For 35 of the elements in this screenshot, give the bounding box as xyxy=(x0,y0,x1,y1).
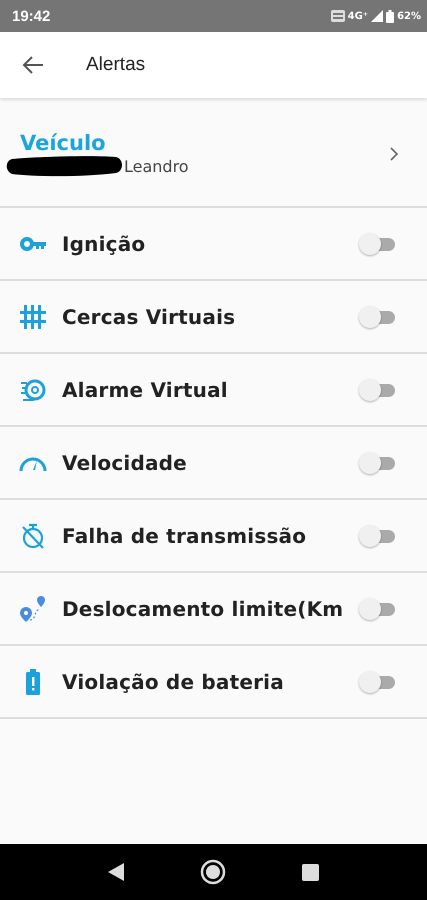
battery-level: 62% xyxy=(397,10,421,22)
alert-label: Alarme Virtual xyxy=(62,378,229,402)
alert-toggle[interactable] xyxy=(359,670,395,692)
volte-icon xyxy=(330,10,345,22)
alert-label: Falha de transmissão xyxy=(62,524,308,548)
back-arrow-icon xyxy=(22,56,44,74)
recents-nav-icon[interactable] xyxy=(302,864,319,880)
chevron-right-icon xyxy=(390,147,399,161)
alert-label: Ignição xyxy=(62,232,146,256)
battery-alert-icon xyxy=(26,668,40,694)
vehicle-name: Leandro xyxy=(124,156,189,176)
alert-toggle[interactable] xyxy=(359,232,395,254)
status-time: 19:42 xyxy=(12,8,50,24)
vehicle-heading: Veículo xyxy=(20,131,107,155)
alert-label: Velocidade xyxy=(62,450,188,474)
alert-toggle[interactable] xyxy=(359,524,395,546)
alert-toggle[interactable] xyxy=(359,306,395,328)
battery-icon xyxy=(386,10,394,22)
route-pin-icon xyxy=(19,594,47,622)
alert-label: Cercas Virtuais xyxy=(62,304,236,328)
wheel-icon xyxy=(20,376,46,402)
alert-toggle[interactable] xyxy=(359,598,395,620)
signal-icon xyxy=(371,10,384,22)
key-icon xyxy=(20,236,46,250)
timer-off-icon xyxy=(21,522,45,548)
alert-label: Deslocamento limite(Km xyxy=(62,596,344,620)
network-type: 4G⁺ xyxy=(348,10,368,22)
vehicle-selector[interactable]: Veículo Leandro xyxy=(0,102,427,208)
home-nav-icon[interactable] xyxy=(200,859,226,885)
alert-toggle[interactable] xyxy=(359,452,395,474)
alert-toggle[interactable] xyxy=(359,378,395,400)
back-nav-icon[interactable] xyxy=(108,863,124,881)
screen-title: Alertas xyxy=(86,54,146,76)
alert-label: Violação de bateria xyxy=(62,670,285,694)
fence-icon xyxy=(20,304,46,330)
